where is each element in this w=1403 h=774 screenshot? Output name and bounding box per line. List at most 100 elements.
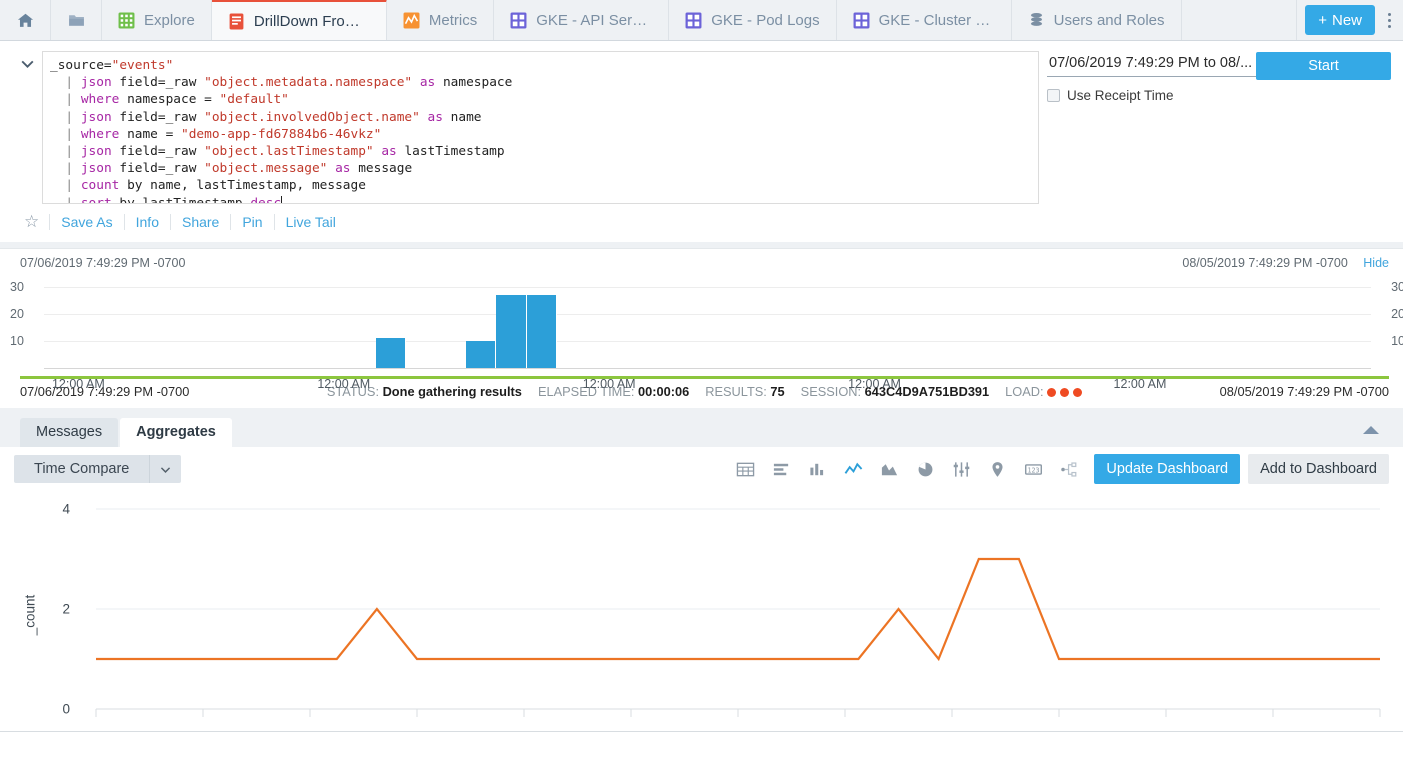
box-plot-icon[interactable] (952, 460, 971, 479)
time-compare-control[interactable]: Time Compare (14, 455, 181, 483)
collapse-query-toggle[interactable] (12, 51, 42, 72)
query-token: name (443, 110, 482, 125)
time-range-input[interactable] (1047, 51, 1284, 77)
tab-gke-api-server[interactable]: GKE - API Serve... (494, 0, 669, 40)
column-chart-icon[interactable] (808, 460, 827, 479)
tab-label: DrillDown From ... (254, 13, 370, 30)
save-as-link[interactable]: Save As (49, 214, 123, 230)
aggregates-panel: Time Compare (0, 447, 1403, 774)
chevron-down-icon (19, 55, 36, 72)
histogram-x-tick: 12:00 AM (583, 377, 636, 391)
pin-link[interactable]: Pin (230, 214, 273, 230)
query-token: as (327, 161, 350, 176)
map-pin-icon[interactable] (988, 460, 1007, 479)
query-panel: Start _source="events" | json field=_raw… (0, 41, 1403, 242)
histogram-x-tick: 12:00 AM (317, 377, 370, 391)
query-editor[interactable]: _source="events" | json field=_raw "obje… (42, 51, 1039, 204)
histogram-bar[interactable] (376, 338, 406, 368)
tab-metrics[interactable]: Metrics (387, 0, 494, 40)
line-chart-svg (0, 497, 1403, 732)
histogram-bar[interactable] (527, 295, 557, 368)
tab-aggregates[interactable]: Aggregates (120, 418, 232, 447)
chevron-down-icon (159, 463, 172, 476)
histogram-y-tick: 30 (1391, 280, 1403, 294)
favorite-star-icon[interactable]: ☆ (24, 212, 49, 232)
grid-green-icon (118, 12, 135, 29)
query-token: "demo-app-fd67884b6-46vkz" (181, 127, 381, 142)
histogram-x-tick: 12:00 AM (1114, 377, 1167, 391)
query-token: json (81, 110, 112, 125)
new-tab-button[interactable]: + New (1305, 5, 1375, 35)
pie-chart-icon[interactable] (916, 460, 935, 479)
elapsed-value: 00:00:06 (638, 384, 689, 399)
query-token: "object.involvedObject.name" (204, 110, 420, 125)
area-chart-icon[interactable] (880, 460, 899, 479)
tab-label: GKE - API Serve... (536, 12, 652, 29)
query-token: | (50, 92, 81, 107)
histogram-x-tick: 12:00 AM (52, 377, 105, 391)
histogram-header-right: 08/05/2019 7:49:29 PM -0700 Hide (1182, 256, 1389, 270)
histogram-y-tick: 20 (1391, 307, 1403, 321)
time-compare-dropdown-button[interactable] (149, 455, 181, 483)
histogram-y-tick: 20 (10, 307, 24, 321)
tab-drilldown-from[interactable]: DrillDown From ... (212, 0, 387, 40)
histogram-gridline (44, 314, 1371, 315)
query-token: field=_raw (112, 144, 204, 159)
share-link[interactable]: Share (170, 214, 230, 230)
metrics-orange-icon (403, 12, 420, 29)
query-token: where (81, 92, 120, 107)
collapse-results-button[interactable] (1361, 423, 1381, 441)
histogram-plot[interactable]: 10102020303012:00 AM12:00 AM12:00 AM12:0… (44, 276, 1371, 368)
histogram-gridline (44, 287, 1371, 288)
kebab-icon (1388, 13, 1391, 28)
dashboard-purple-icon (685, 12, 702, 29)
use-receipt-time-checkbox[interactable] (1047, 89, 1060, 102)
histogram-bar[interactable] (466, 341, 496, 368)
live-tail-link[interactable]: Live Tail (274, 214, 347, 230)
library-button[interactable] (51, 0, 102, 40)
tab-messages[interactable]: Messages (20, 418, 118, 447)
tree-map-icon[interactable] (1060, 460, 1079, 479)
update-dashboard-button[interactable]: Update Dashboard (1094, 454, 1240, 484)
plus-icon: + (1318, 12, 1327, 29)
start-search-button[interactable]: Start (1256, 52, 1391, 80)
histogram-gridline (44, 341, 1371, 342)
query-token: count (81, 178, 120, 193)
histogram-y-tick: 10 (10, 334, 24, 348)
new-tab-label: New (1332, 12, 1362, 29)
histogram-y-tick: 30 (10, 280, 24, 294)
histogram-bar[interactable] (496, 295, 526, 368)
tab-bar: Explore DrillDown From ... Metrics GKE -… (0, 0, 1403, 41)
query-token: by lastTimestamp (112, 196, 251, 204)
tab-users-and-roles[interactable]: Users and Roles (1012, 0, 1182, 40)
aggregates-line-chart[interactable]: _count 024 (0, 497, 1403, 732)
hide-histogram-link[interactable]: Hide (1363, 256, 1389, 270)
info-link[interactable]: Info (124, 214, 170, 230)
tabbar-spacer (1182, 0, 1298, 40)
query-token: "default" (220, 92, 289, 107)
query-token: | (50, 144, 81, 159)
stack-gray-icon (1028, 12, 1045, 29)
query-token: "events" (112, 58, 174, 73)
home-button[interactable] (0, 0, 51, 40)
collapse-up-icon (1361, 424, 1381, 436)
tab-gke-pod-logs[interactable]: GKE - Pod Logs (669, 0, 836, 40)
histogram-x-tick: 12:00 AM (848, 377, 901, 391)
query-token: json (81, 161, 112, 176)
add-to-dashboard-button[interactable]: Add to Dashboard (1248, 454, 1389, 484)
tab-explore[interactable]: Explore (102, 0, 212, 40)
use-receipt-time-row[interactable]: Use Receipt Time (1047, 88, 1391, 103)
results-tabs: Messages Aggregates (0, 417, 1403, 447)
horizontal-bar-chart-icon[interactable] (772, 460, 791, 479)
tab-label: Explore (144, 12, 195, 29)
table-icon[interactable] (736, 460, 755, 479)
single-value-icon[interactable]: 123 (1024, 460, 1043, 479)
tab-gke-cluster-logs[interactable]: GKE - Cluster Lo... (837, 0, 1012, 40)
more-options-button[interactable] (1375, 0, 1403, 40)
query-token: name = (119, 127, 181, 142)
chart-type-toolbar: 123 (736, 460, 1123, 479)
tab-label: Metrics (429, 12, 477, 29)
query-line: | json field=_raw "object.metadata.names… (50, 74, 1031, 91)
line-chart-icon[interactable] (844, 460, 863, 479)
text-caret (281, 196, 282, 204)
